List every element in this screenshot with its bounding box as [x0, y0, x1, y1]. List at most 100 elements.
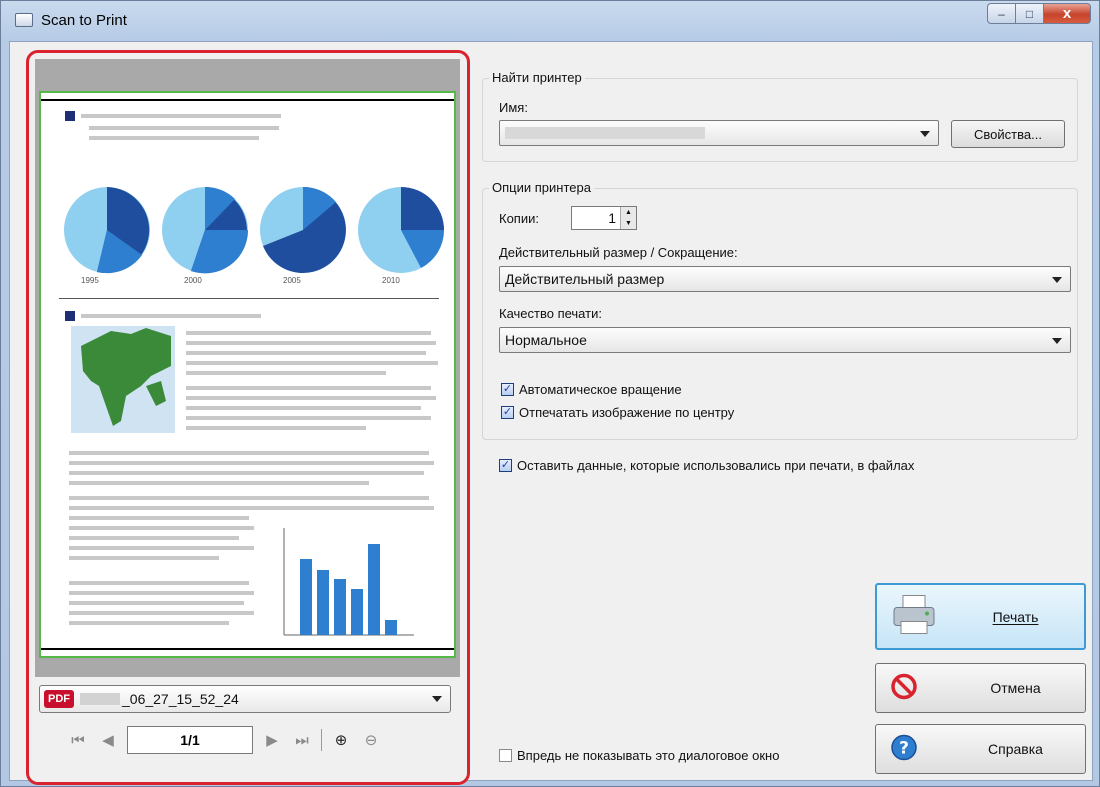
- keep-data-label: Оставить данные, которые использовались …: [517, 458, 915, 473]
- first-page-icon[interactable]: ⏮: [67, 732, 89, 749]
- last-page-icon[interactable]: ⏭: [291, 732, 313, 749]
- properties-button[interactable]: Свойства...: [951, 120, 1065, 148]
- redacted-filename-prefix: [80, 693, 120, 705]
- checkbox-empty-icon: [499, 749, 512, 762]
- size-dropdown[interactable]: Действительный размер: [499, 266, 1071, 292]
- pie-chart-2005: [260, 186, 346, 273]
- page-bottom-border: [41, 648, 454, 650]
- cancel-icon: [890, 673, 918, 704]
- stepper-down-icon[interactable]: ▼: [621, 218, 636, 229]
- quality-label: Качество печати:: [499, 306, 602, 321]
- size-value: Действительный размер: [505, 271, 665, 287]
- help-button[interactable]: ? Справка: [875, 724, 1086, 774]
- center-image-label: Отпечатать изображение по центру: [519, 405, 735, 420]
- text-placeholder: [186, 386, 431, 390]
- cancel-label: Отмена: [990, 680, 1041, 696]
- preview-panel: 1995 2000 2005 2010 PDF _06_27_15_52_24 …: [26, 50, 470, 785]
- world-map-image: [71, 326, 175, 433]
- heading-placeholder: [81, 114, 281, 118]
- text-placeholder: [186, 396, 436, 400]
- text-placeholder: [69, 591, 254, 595]
- chevron-down-icon: [432, 696, 442, 702]
- zoom-in-icon[interactable]: ⊕: [330, 731, 352, 749]
- redacted-printer-name: [505, 127, 705, 139]
- chevron-down-icon: [1052, 277, 1062, 283]
- window-title: Scan to Print: [41, 11, 127, 29]
- checkbox-checked-icon: ✓: [501, 383, 514, 396]
- stepper-buttons: ▲ ▼: [620, 207, 636, 229]
- print-button[interactable]: Печать: [875, 583, 1086, 650]
- printer-icon: [891, 593, 937, 640]
- heading-placeholder: [81, 314, 261, 318]
- year-label: 1995: [81, 276, 99, 285]
- year-label: 2010: [382, 276, 400, 285]
- scan-preview-area[interactable]: 1995 2000 2005 2010: [35, 59, 460, 677]
- text-placeholder: [69, 451, 429, 455]
- auto-rotate-checkbox[interactable]: ✓ Автоматическое вращение: [501, 382, 682, 397]
- pdf-icon: PDF: [44, 690, 74, 708]
- pie-chart-2000: [162, 186, 249, 274]
- help-icon: ?: [890, 734, 918, 765]
- text-placeholder: [69, 611, 254, 615]
- prev-page-icon[interactable]: ◀: [97, 731, 119, 749]
- cancel-button[interactable]: Отмена: [875, 663, 1086, 713]
- print-label: Печать: [992, 608, 1039, 625]
- text-placeholder: [186, 361, 438, 365]
- text-placeholder: [69, 621, 229, 625]
- svg-text:?: ?: [899, 739, 909, 759]
- group-title: Опции принтера: [489, 180, 594, 195]
- group-title: Найти принтер: [489, 70, 585, 85]
- text-placeholder: [69, 461, 434, 465]
- year-label: 2005: [283, 276, 301, 285]
- section-marker-2: [65, 311, 75, 321]
- text-placeholder: [89, 136, 259, 140]
- printer-options-group: Опции принтера Копии: 1 ▲ ▼ Действительн…: [482, 180, 1078, 440]
- text-placeholder: [186, 371, 386, 375]
- text-placeholder: [186, 406, 421, 410]
- auto-rotate-label: Автоматическое вращение: [519, 382, 682, 397]
- maximize-button[interactable]: □: [1015, 3, 1043, 24]
- file-name-value: _06_27_15_52_24: [122, 691, 239, 707]
- pie-charts-graphic: [64, 186, 444, 274]
- text-placeholder: [69, 496, 429, 500]
- chevron-down-icon: [1052, 338, 1062, 344]
- dont-show-checkbox[interactable]: Впредь не показывать это диалоговое окно: [499, 748, 779, 763]
- scanned-page-thumbnail: 1995 2000 2005 2010: [39, 91, 456, 658]
- text-placeholder: [69, 536, 239, 540]
- dialog-client-area: 1995 2000 2005 2010 PDF _06_27_15_52_24 …: [9, 41, 1093, 785]
- text-placeholder: [69, 506, 434, 510]
- center-image-checkbox[interactable]: ✓ Отпечатать изображение по центру: [501, 405, 734, 420]
- text-placeholder: [89, 126, 279, 130]
- help-label: Справка: [988, 741, 1043, 757]
- toolbar-separator: [321, 729, 322, 751]
- printer-name-label: Имя:: [499, 100, 528, 115]
- next-page-icon[interactable]: ▶: [261, 731, 283, 749]
- section-divider: [59, 298, 439, 299]
- text-placeholder: [69, 581, 249, 585]
- text-placeholder: [69, 556, 219, 560]
- zoom-out-icon[interactable]: ⊖: [360, 731, 382, 749]
- page-navigation: ⏮ ◀ 1/1 ▶ ⏭ ⊕ ⊖: [39, 721, 451, 759]
- text-placeholder: [69, 516, 249, 520]
- minimize-button[interactable]: –: [987, 3, 1015, 24]
- keep-data-checkbox[interactable]: ✓ Оставить данные, которые использовалис…: [499, 458, 914, 473]
- copies-value: 1: [608, 210, 616, 226]
- close-button[interactable]: x: [1043, 3, 1091, 24]
- page-number-input[interactable]: 1/1: [127, 726, 253, 754]
- text-placeholder: [186, 331, 431, 335]
- size-label: Действительный размер / Сокращение:: [499, 245, 738, 260]
- print-quality-dropdown[interactable]: Нормальное: [499, 327, 1071, 353]
- stepper-up-icon[interactable]: ▲: [621, 207, 636, 218]
- checkbox-checked-icon: ✓: [499, 459, 512, 472]
- pie-chart-1995: [64, 187, 150, 274]
- bar-chart-graphic: [283, 528, 414, 636]
- title-bar[interactable]: Scan to Print – □ x: [1, 1, 1099, 39]
- pie-chart-2010: [358, 187, 444, 273]
- dialog-window: Scan to Print – □ x 1995 2000 2005 2010 …: [0, 0, 1100, 787]
- text-placeholder: [69, 481, 369, 485]
- quality-value: Нормальное: [505, 332, 587, 348]
- printer-name-dropdown[interactable]: [499, 120, 939, 146]
- copies-stepper[interactable]: 1 ▲ ▼: [571, 206, 637, 230]
- copies-label: Копии:: [499, 211, 539, 226]
- scanned-file-dropdown[interactable]: PDF _06_27_15_52_24: [39, 685, 451, 713]
